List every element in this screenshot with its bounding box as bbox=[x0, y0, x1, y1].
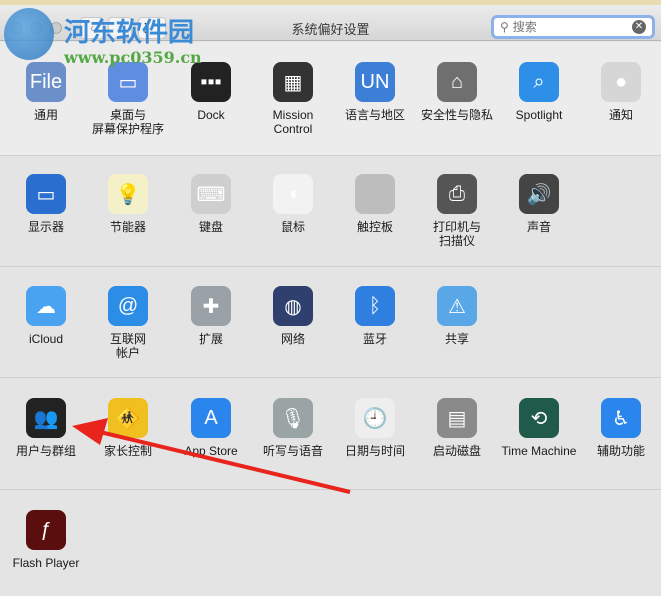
pref-pane-label: 启动磁盘 bbox=[432, 444, 481, 458]
pref-pane-label: Flash Player bbox=[12, 556, 80, 570]
startup-disk-icon: ▤ bbox=[437, 398, 477, 438]
title-bar: ‹ › ⋮⋮⋮ 系统偏好设置 ⚲ ✕ bbox=[0, 5, 661, 41]
search-icon: ⚲ bbox=[500, 20, 509, 34]
pref-pane-network[interactable]: ◍ 网络 bbox=[252, 286, 334, 346]
pref-pane-label: App Store bbox=[184, 444, 238, 458]
pref-pane-general[interactable]: File 通用 bbox=[5, 62, 87, 122]
trackpad-icon bbox=[355, 174, 395, 214]
pref-pane-label: 桌面与 屏幕保护程序 bbox=[91, 108, 164, 136]
general-icon: File bbox=[26, 62, 66, 102]
pref-pane-dictation[interactable]: 🎙 听写与语音 bbox=[252, 398, 334, 458]
pref-pane-label: 听写与语音 bbox=[262, 444, 323, 458]
display-icon: ▭ bbox=[26, 174, 66, 214]
pref-pane-notifications[interactable]: ● 通知 bbox=[580, 62, 661, 122]
pref-pane-label: 通知 bbox=[608, 108, 633, 122]
pref-pane-app-store[interactable]: A App Store bbox=[170, 398, 252, 458]
pref-pane-internet-accounts[interactable]: @ 互联网 帐户 bbox=[87, 286, 169, 360]
users-groups-icon: 👥 bbox=[26, 398, 66, 438]
pref-pane-label: Time Machine bbox=[501, 444, 577, 458]
clear-search-icon[interactable]: ✕ bbox=[632, 20, 646, 34]
pref-pane-label: 日期与时间 bbox=[344, 444, 405, 458]
section-other bbox=[0, 490, 661, 596]
pref-pane-label: 扩展 bbox=[198, 332, 223, 346]
pref-pane-time-machine[interactable]: ⟲ Time Machine bbox=[498, 398, 580, 458]
date-time-icon: 🕘 bbox=[355, 398, 395, 438]
search-input[interactable] bbox=[512, 20, 623, 34]
pref-pane-sound[interactable]: 🔊 声音 bbox=[498, 174, 580, 234]
pref-pane-label: 通用 bbox=[33, 108, 58, 122]
pref-pane-label: 显示器 bbox=[27, 220, 64, 234]
security-icon: ⌂ bbox=[437, 62, 477, 102]
extensions-icon: ✚ bbox=[191, 286, 231, 326]
icloud-icon: ☁ bbox=[26, 286, 66, 326]
pref-pane-label: 互联网 帐户 bbox=[109, 332, 146, 360]
keyboard-icon: ⌨ bbox=[191, 174, 231, 214]
pref-pane-label: 辅助功能 bbox=[596, 444, 645, 458]
network-icon: ◍ bbox=[273, 286, 313, 326]
pref-pane-startup-disk[interactable]: ▤ 启动磁盘 bbox=[416, 398, 498, 458]
pref-pane-mission-control[interactable]: ▦ Mission Control bbox=[252, 62, 334, 136]
pref-pane-printer[interactable]: ⎙ 打印机与 扫描仪 bbox=[416, 174, 498, 248]
desktop-icon: ▭ bbox=[108, 62, 148, 102]
pref-pane-accessibility[interactable]: ♿ 辅助功能 bbox=[580, 398, 661, 458]
dictation-icon: 🎙 bbox=[273, 398, 313, 438]
sound-icon: 🔊 bbox=[519, 174, 559, 214]
pref-pane-label: 键盘 bbox=[198, 220, 223, 234]
bluetooth-icon: ᛒ bbox=[355, 286, 395, 326]
dock-icon: ▪▪▪ bbox=[191, 62, 231, 102]
search-field[interactable]: ⚲ ✕ bbox=[491, 15, 655, 39]
pref-pane-extensions[interactable]: ✚ 扩展 bbox=[170, 286, 252, 346]
mission-control-icon: ▦ bbox=[273, 62, 313, 102]
printer-icon: ⎙ bbox=[437, 174, 477, 214]
language-icon: UN bbox=[355, 62, 395, 102]
sharing-icon: ⚠ bbox=[437, 286, 477, 326]
pref-pane-bluetooth[interactable]: ᛒ 蓝牙 bbox=[334, 286, 416, 346]
pref-pane-dock[interactable]: ▪▪▪ Dock bbox=[170, 62, 252, 122]
pref-pane-sharing[interactable]: ⚠ 共享 bbox=[416, 286, 498, 346]
pref-pane-users-groups[interactable]: 👥 用户与群组 bbox=[5, 398, 87, 458]
pref-pane-trackpad[interactable]: 触控板 bbox=[334, 174, 416, 234]
pref-pane-label: 用户与群组 bbox=[15, 444, 76, 458]
pref-pane-label: 共享 bbox=[444, 332, 469, 346]
pref-pane-icloud[interactable]: ☁ iCloud bbox=[5, 286, 87, 346]
accessibility-icon: ♿ bbox=[601, 398, 641, 438]
pref-pane-parental-controls[interactable]: 🚸 家长控制 bbox=[87, 398, 169, 458]
pref-pane-language[interactable]: UN 语言与地区 bbox=[334, 62, 416, 122]
internet-accounts-icon: @ bbox=[108, 286, 148, 326]
pref-pane-label: 语言与地区 bbox=[344, 108, 405, 122]
pref-pane-display[interactable]: ▭ 显示器 bbox=[5, 174, 87, 234]
pref-pane-label: 安全性与隐私 bbox=[420, 108, 493, 122]
pref-pane-keyboard[interactable]: ⌨ 键盘 bbox=[170, 174, 252, 234]
pref-pane-flash-player[interactable]: ƒ Flash Player bbox=[5, 510, 87, 570]
mouse-icon: ◖ bbox=[273, 174, 313, 214]
time-machine-icon: ⟲ bbox=[519, 398, 559, 438]
notifications-icon: ● bbox=[601, 62, 641, 102]
pref-pane-label: iCloud bbox=[28, 332, 64, 346]
pref-pane-label: Spotlight bbox=[515, 108, 563, 122]
pref-pane-label: 鼠标 bbox=[280, 220, 305, 234]
pref-pane-label: Mission Control bbox=[272, 108, 314, 136]
pref-pane-mouse[interactable]: ◖ 鼠标 bbox=[252, 174, 334, 234]
pref-pane-label: 节能器 bbox=[109, 220, 146, 234]
pref-pane-security[interactable]: ⌂ 安全性与隐私 bbox=[416, 62, 498, 122]
pref-pane-label: 蓝牙 bbox=[362, 332, 387, 346]
flash-player-icon: ƒ bbox=[26, 510, 66, 550]
pref-pane-desktop[interactable]: ▭ 桌面与 屏幕保护程序 bbox=[87, 62, 169, 136]
energy-saver-icon: 💡 bbox=[108, 174, 148, 214]
app-store-icon: A bbox=[191, 398, 231, 438]
pref-pane-label: Dock bbox=[197, 108, 225, 122]
pref-pane-label: 声音 bbox=[526, 220, 551, 234]
pref-pane-energy-saver[interactable]: 💡 节能器 bbox=[87, 174, 169, 234]
pref-pane-spotlight[interactable]: ⌕ Spotlight bbox=[498, 62, 580, 122]
pref-pane-label: 网络 bbox=[280, 332, 305, 346]
spotlight-icon: ⌕ bbox=[519, 62, 559, 102]
pref-pane-label: 触控板 bbox=[356, 220, 393, 234]
pref-pane-label: 打印机与 扫描仪 bbox=[432, 220, 481, 248]
pref-pane-label: 家长控制 bbox=[103, 444, 152, 458]
pref-pane-date-time[interactable]: 🕘 日期与时间 bbox=[334, 398, 416, 458]
parental-controls-icon: 🚸 bbox=[108, 398, 148, 438]
